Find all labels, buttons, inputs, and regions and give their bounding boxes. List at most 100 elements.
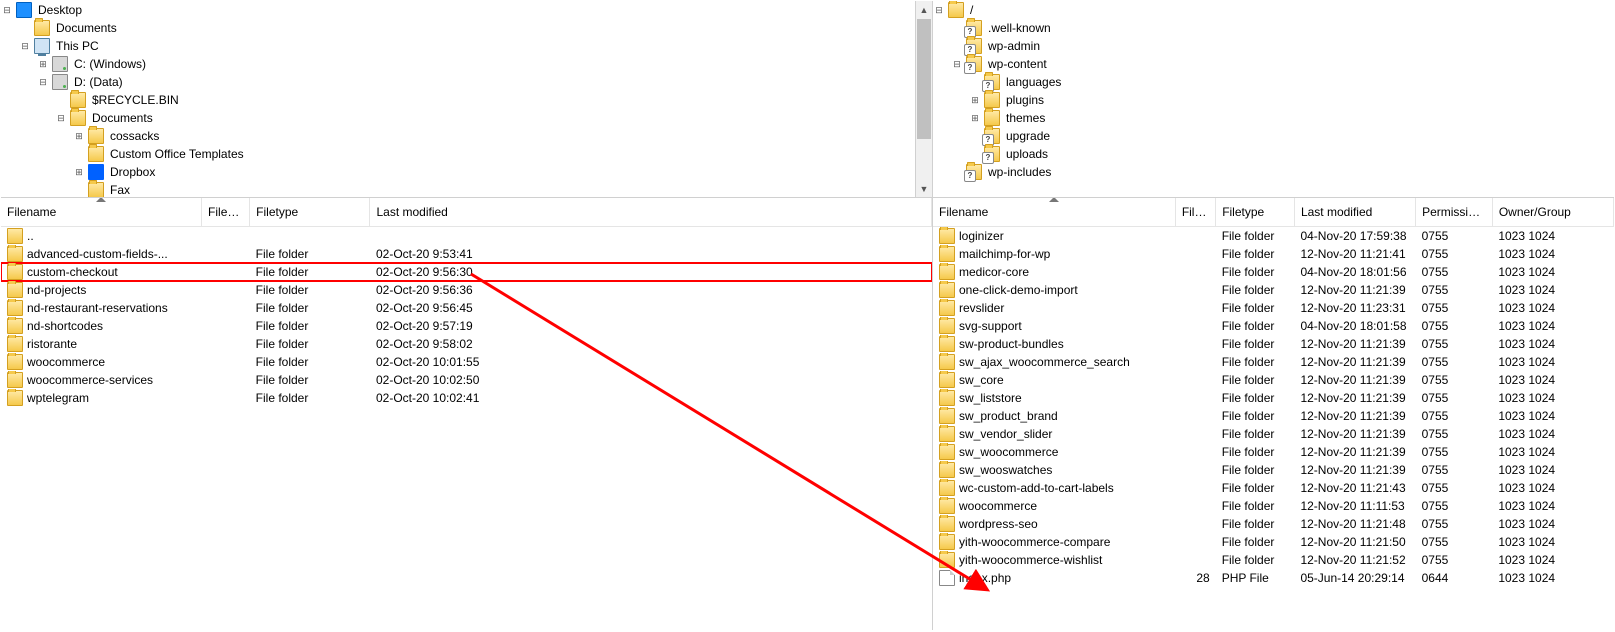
cell-type: File folder xyxy=(1216,461,1295,479)
remote-folder-tree[interactable]: ⊟/.well-knownwp-admin⊟wp-contentlanguage… xyxy=(933,1,1614,198)
tree-node[interactable]: $RECYCLE.BIN xyxy=(55,91,932,109)
file-row[interactable]: medicor-coreFile folder04-Nov-20 18:01:5… xyxy=(933,263,1614,281)
scroll-down-icon[interactable]: ▼ xyxy=(916,180,932,197)
file-row[interactable]: sw_vendor_sliderFile folder12-Nov-20 11:… xyxy=(933,425,1614,443)
collapse-icon[interactable]: ⊟ xyxy=(933,4,945,16)
tree-node[interactable]: .well-known xyxy=(951,19,1614,37)
tree-node[interactable]: ⊟wp-content xyxy=(951,55,1614,73)
tree-node[interactable]: ⊞cossacks xyxy=(73,127,932,145)
cell-owner: 1023 1024 xyxy=(1492,533,1613,551)
file-row[interactable]: nd-restaurant-reservationsFile folder02-… xyxy=(1,299,932,317)
tree-node[interactable]: ⊟/ xyxy=(933,1,1614,19)
scroll-thumb[interactable] xyxy=(917,19,931,139)
file-row[interactable]: sw_product_brandFile folder12-Nov-20 11:… xyxy=(933,407,1614,425)
cell-owner: 1023 1024 xyxy=(1492,335,1613,353)
file-row[interactable]: woocommerce-servicesFile folder02-Oct-20… xyxy=(1,371,932,389)
collapse-icon[interactable]: ⊟ xyxy=(55,112,67,124)
file-row[interactable]: yith-woocommerce-wishlistFile folder12-N… xyxy=(933,551,1614,569)
file-row[interactable]: index.php28PHP File05-Jun-14 20:29:14064… xyxy=(933,569,1614,587)
file-row[interactable]: woocommerceFile folder02-Oct-20 10:01:55 xyxy=(1,353,932,371)
column-header-size[interactable]: Filesize xyxy=(202,198,250,226)
file-row[interactable]: ristoranteFile folder02-Oct-20 9:58:02 xyxy=(1,335,932,353)
file-row[interactable]: loginizerFile folder04-Nov-20 17:59:3807… xyxy=(933,226,1614,245)
cell-perm: 0755 xyxy=(1416,299,1493,317)
folder-q-icon xyxy=(984,74,1000,90)
file-row[interactable]: nd-projectsFile folder02-Oct-20 9:56:36 xyxy=(1,281,932,299)
file-row[interactable]: sw_coreFile folder12-Nov-20 11:21:390755… xyxy=(933,371,1614,389)
tree-node[interactable]: ⊟This PC xyxy=(19,37,932,55)
tree-node[interactable]: languages xyxy=(969,73,1614,91)
tree-node[interactable]: Fax xyxy=(73,181,932,198)
file-row[interactable]: wc-custom-add-to-cart-labelsFile folder1… xyxy=(933,479,1614,497)
tree-node[interactable]: ⊟Desktop xyxy=(1,1,932,19)
tree-node[interactable]: Custom Office Templates xyxy=(73,145,932,163)
remote-file-list[interactable]: FilenameFilesizeFiletypeLast modifiedPer… xyxy=(933,198,1614,630)
tree-node[interactable]: ⊞Dropbox xyxy=(73,163,932,181)
folder-icon xyxy=(7,372,23,388)
tree-node[interactable]: uploads xyxy=(969,145,1614,163)
file-row[interactable]: one-click-demo-importFile folder12-Nov-2… xyxy=(933,281,1614,299)
column-header-type[interactable]: Filetype xyxy=(250,198,370,226)
collapse-icon[interactable]: ⊟ xyxy=(37,76,49,88)
collapse-icon[interactable]: ⊟ xyxy=(951,58,963,70)
file-row[interactable]: wordpress-seoFile folder12-Nov-20 11:21:… xyxy=(933,515,1614,533)
tree-node[interactable]: ⊞C: (Windows) xyxy=(37,55,932,73)
folder-icon xyxy=(7,246,23,262)
cell-size xyxy=(1175,461,1215,479)
cell-size xyxy=(1175,317,1215,335)
tree-node[interactable]: upgrade xyxy=(969,127,1614,145)
filename-text: one-click-demo-import xyxy=(959,283,1078,297)
file-row[interactable]: svg-supportFile folder04-Nov-20 18:01:58… xyxy=(933,317,1614,335)
expand-icon[interactable]: ⊞ xyxy=(37,58,49,70)
cell-size xyxy=(1175,389,1215,407)
file-row[interactable]: revsliderFile folder12-Nov-20 11:23:3107… xyxy=(933,299,1614,317)
folder-icon xyxy=(939,246,955,262)
tree-node[interactable]: ⊟D: (Data) xyxy=(37,73,932,91)
file-row[interactable]: wptelegramFile folder02-Oct-20 10:02:41 xyxy=(1,389,932,407)
local-folder-tree[interactable]: ▲ ▼ ⊟DesktopDocuments⊟This PC⊞C: (Window… xyxy=(1,1,932,198)
expand-icon[interactable]: ⊞ xyxy=(969,94,981,106)
column-header-size[interactable]: Filesize xyxy=(1175,198,1215,226)
file-row[interactable]: sw_liststoreFile folder12-Nov-20 11:21:3… xyxy=(933,389,1614,407)
file-row[interactable]: nd-shortcodesFile folder02-Oct-20 9:57:1… xyxy=(1,317,932,335)
column-header-type[interactable]: Filetype xyxy=(1216,198,1295,226)
cell-size xyxy=(202,371,250,389)
cell-mod: 12-Nov-20 11:21:52 xyxy=(1294,551,1415,569)
column-header-name[interactable]: Filename xyxy=(1,198,202,226)
column-header-mod[interactable]: Last modified xyxy=(1294,198,1415,226)
tree-node[interactable]: ⊟Documents xyxy=(55,109,932,127)
tree-node[interactable]: ⊞themes xyxy=(969,109,1614,127)
file-row[interactable]: custom-checkoutFile folder02-Oct-20 9:56… xyxy=(1,263,932,281)
column-header-name[interactable]: Filename xyxy=(933,198,1175,226)
collapse-icon[interactable]: ⊟ xyxy=(19,40,31,52)
file-row[interactable]: sw_woocommerceFile folder12-Nov-20 11:21… xyxy=(933,443,1614,461)
scrollbar-vertical[interactable]: ▲ ▼ xyxy=(915,1,932,197)
file-row[interactable]: mailchimp-for-wpFile folder12-Nov-20 11:… xyxy=(933,245,1614,263)
collapse-icon[interactable]: ⊟ xyxy=(1,4,13,16)
tree-node[interactable]: ⊞plugins xyxy=(969,91,1614,109)
file-row[interactable]: .. xyxy=(1,226,932,245)
cell-size xyxy=(1175,226,1215,245)
expand-icon[interactable]: ⊞ xyxy=(73,130,85,142)
file-row[interactable]: sw_wooswatchesFile folder12-Nov-20 11:21… xyxy=(933,461,1614,479)
expand-icon[interactable]: ⊞ xyxy=(73,166,85,178)
column-header-owner[interactable]: Owner/Group xyxy=(1492,198,1613,226)
file-row[interactable]: woocommerceFile folder12-Nov-20 11:11:53… xyxy=(933,497,1614,515)
column-header-perm[interactable]: Permissions xyxy=(1416,198,1493,226)
scroll-up-icon[interactable]: ▲ xyxy=(916,1,932,18)
tree-node[interactable]: wp-includes xyxy=(951,163,1614,181)
local-file-list[interactable]: FilenameFilesizeFiletypeLast modified..a… xyxy=(1,198,932,630)
cell-size xyxy=(1175,299,1215,317)
expand-icon[interactable]: ⊞ xyxy=(969,112,981,124)
file-row[interactable]: yith-woocommerce-compareFile folder12-No… xyxy=(933,533,1614,551)
column-header-mod[interactable]: Last modified xyxy=(370,198,932,226)
cell-name: ristorante xyxy=(1,335,202,353)
tree-node[interactable]: Documents xyxy=(19,19,932,37)
tree-node[interactable]: wp-admin xyxy=(951,37,1614,55)
folder-icon xyxy=(984,110,1000,126)
file-row[interactable]: sw_ajax_woocommerce_searchFile folder12-… xyxy=(933,353,1614,371)
cell-owner: 1023 1024 xyxy=(1492,389,1613,407)
cell-name: wc-custom-add-to-cart-labels xyxy=(933,479,1175,497)
file-row[interactable]: sw-product-bundlesFile folder12-Nov-20 1… xyxy=(933,335,1614,353)
file-row[interactable]: advanced-custom-fields-...File folder02-… xyxy=(1,245,932,263)
